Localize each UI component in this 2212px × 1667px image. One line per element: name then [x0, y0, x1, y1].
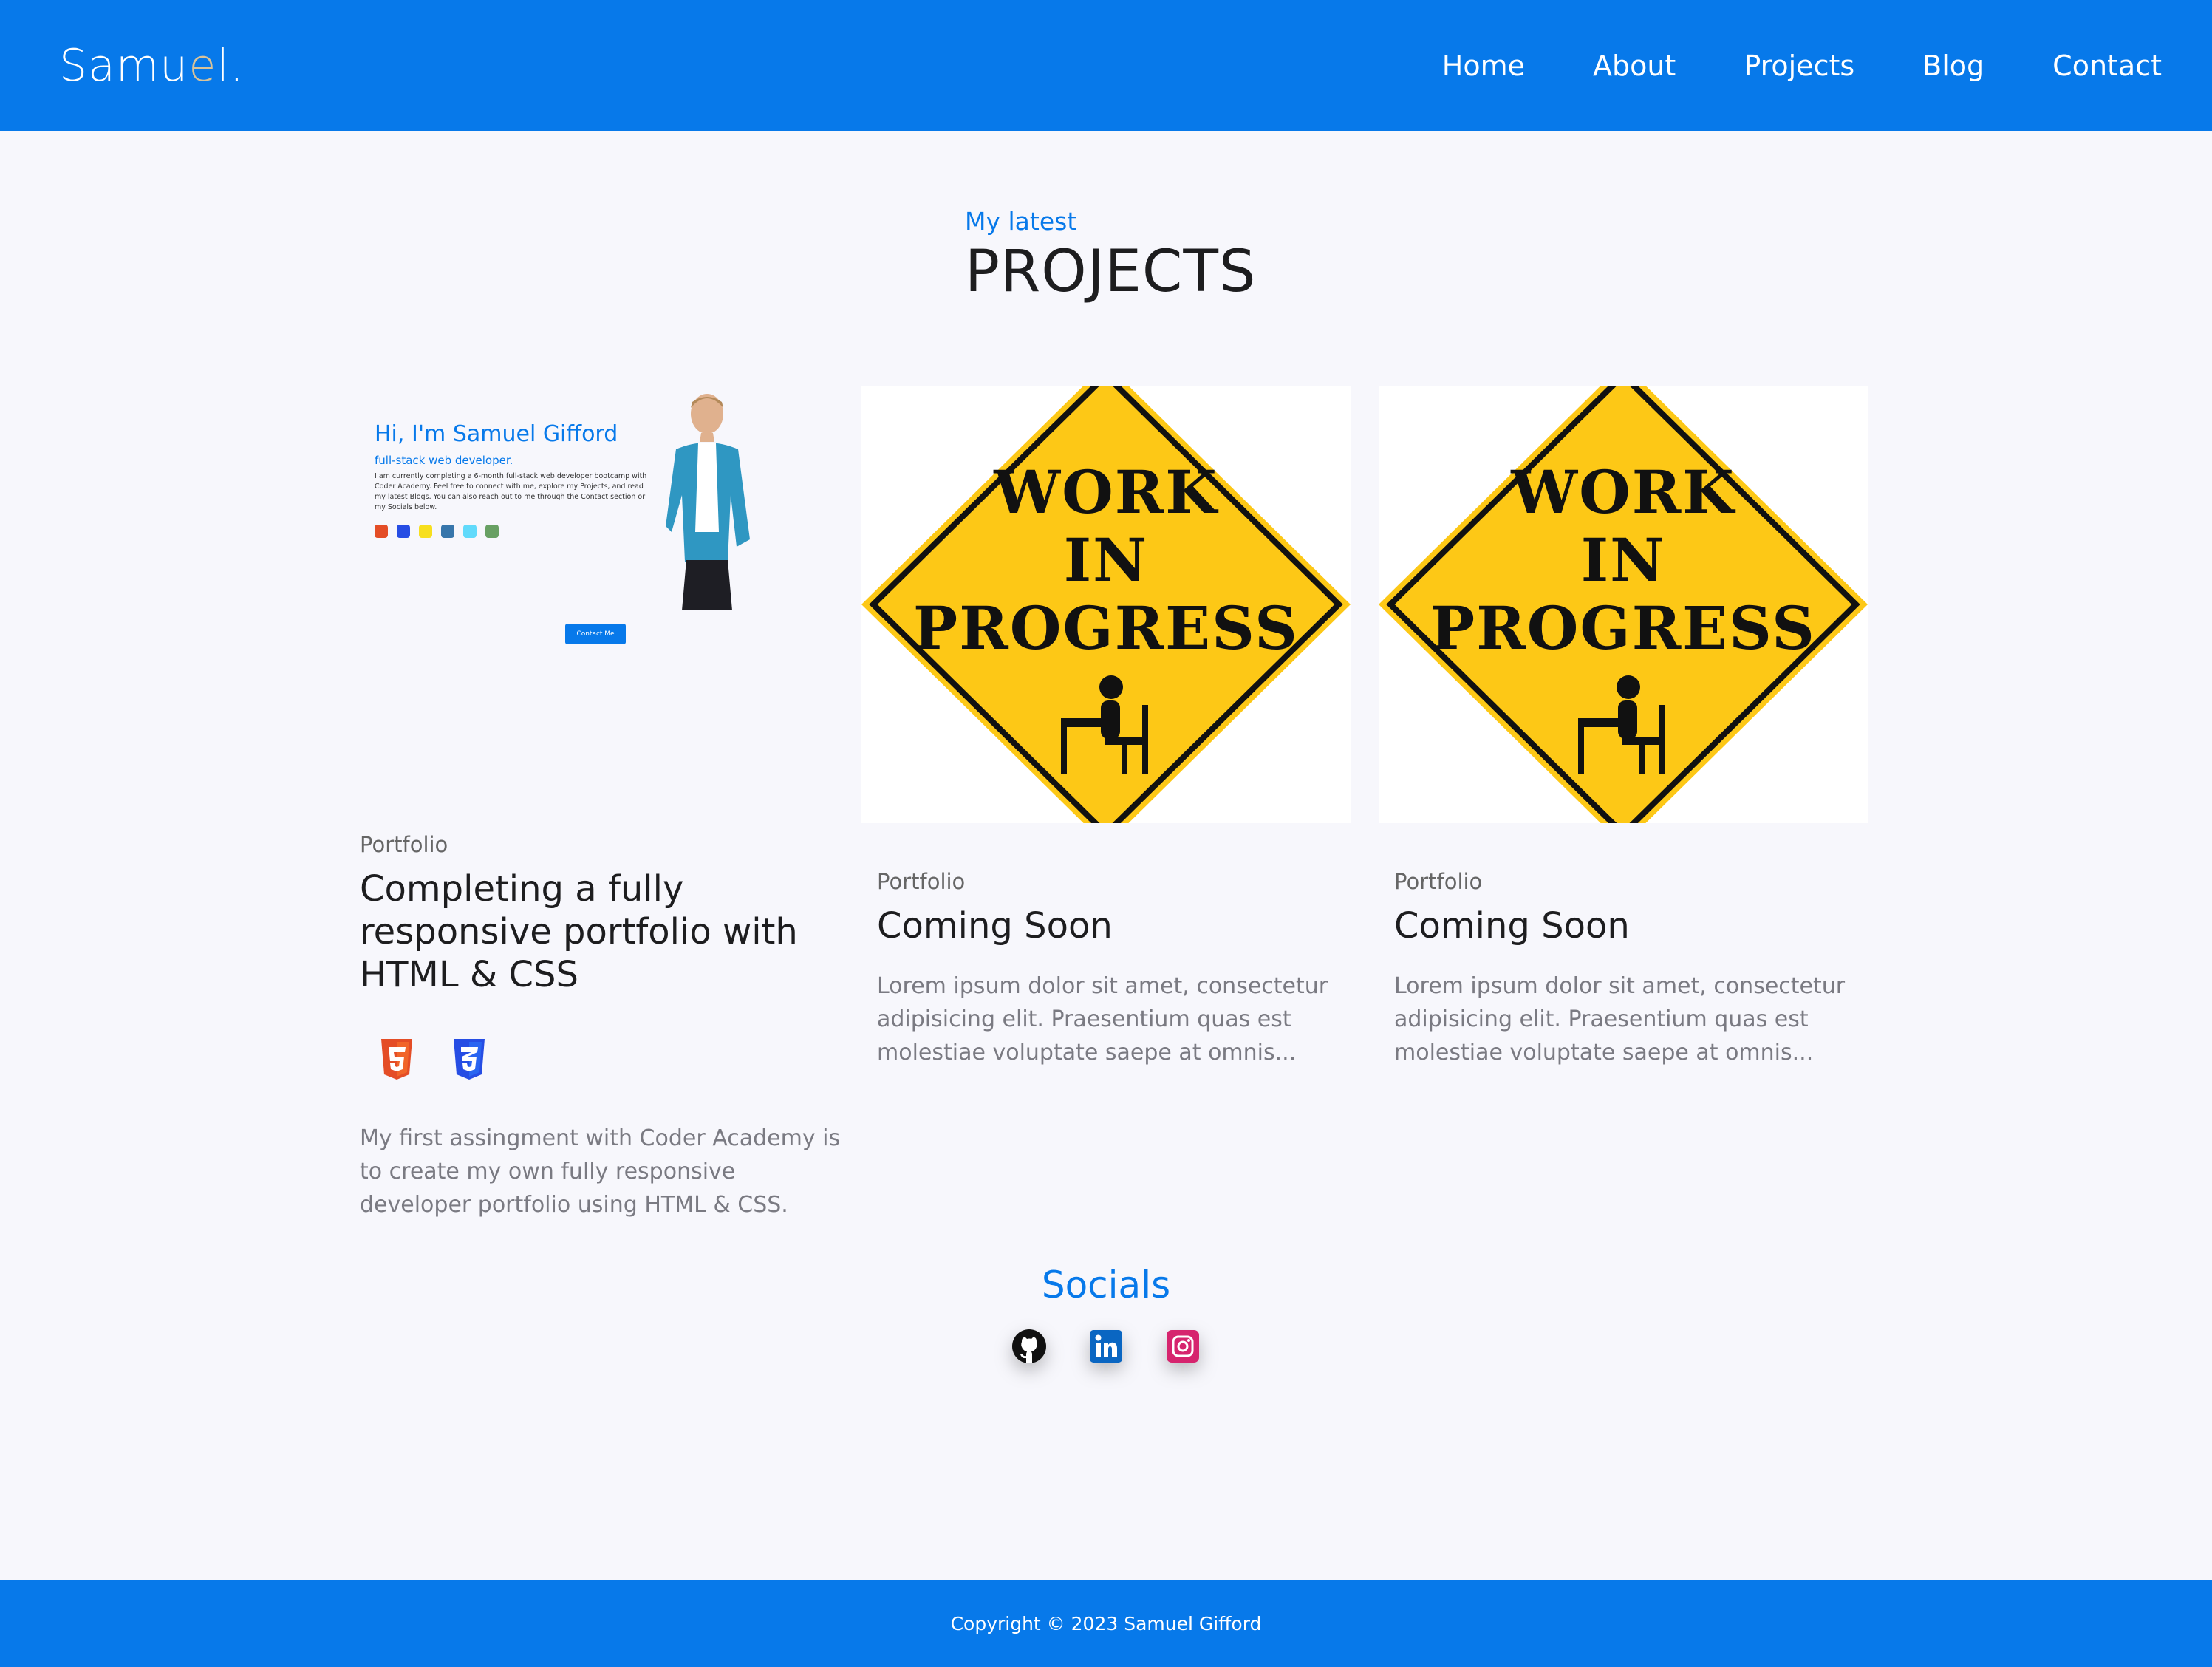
portrait-photo — [666, 394, 750, 610]
site-header: Samuel. Home About Projects Blog Contact — [0, 0, 2212, 131]
card-description: Lorem ipsum dolor sit amet, consectetur … — [1394, 973, 1846, 1066]
socials-title: Socials — [1041, 1264, 1171, 1306]
work-in-progress-image[interactable]: WORK IN PROGRESS — [861, 386, 1351, 823]
sign-line: WORK — [994, 457, 1218, 527]
github-icon[interactable] — [1011, 1329, 1047, 1364]
project-card-portfolio[interactable]: Hi, I'm Samuel Gifford full-stack web de… — [360, 386, 849, 1221]
projects-heading: My latest PROJECTS — [965, 207, 1257, 305]
logo-suffix: l. — [216, 39, 245, 92]
preview-tech-icons — [375, 525, 499, 538]
tech-icons — [360, 1039, 849, 1080]
html5-icon — [381, 1039, 412, 1080]
socials-links — [0, 1329, 2212, 1364]
card-title[interactable]: Coming Soon — [1394, 904, 1868, 947]
card-category: Portfolio — [877, 869, 966, 894]
html5-icon — [375, 525, 388, 538]
section-kicker: My latest — [965, 207, 1077, 236]
main-nav: Home About Projects Blog Contact — [1442, 50, 2162, 82]
nav-about[interactable]: About — [1593, 50, 1676, 82]
card-title[interactable]: Coming Soon — [877, 904, 1351, 947]
work-in-progress-image[interactable]: WORK IN PROGRESS — [1379, 386, 1868, 823]
card-description: My first assingment with Coder Academy i… — [360, 1125, 841, 1218]
copyright-text: Copyright © 2023 Samuel Gifford — [950, 1612, 1262, 1634]
project-card-coming-soon-1[interactable]: WORK IN PROGRESS Portfolio Coming Soon L… — [861, 386, 1351, 1069]
sign-line: IN — [1063, 525, 1149, 595]
socials-section: Socials — [0, 1264, 2212, 1364]
card-description: Lorem ipsum dolor sit amet, consectetur … — [877, 973, 1328, 1066]
logo-accent: e — [188, 39, 217, 92]
react-icon — [463, 525, 477, 538]
card-category: Portfolio — [360, 832, 448, 857]
python-icon — [441, 525, 454, 538]
sign-line: WORK — [1511, 457, 1735, 527]
site-footer: Copyright © 2023 Samuel Gifford — [0, 1580, 2212, 1667]
preview-subtitle: full-stack web developer. — [375, 454, 513, 467]
preview-text: I am currently completing a 6-month full… — [375, 472, 647, 511]
preview-greeting: Hi, I'm Samuel Gifford — [375, 421, 618, 447]
logo[interactable]: Samuel. — [59, 40, 245, 92]
nav-contact[interactable]: Contact — [2052, 50, 2162, 82]
card-title[interactable]: Completing a fully responsive portfolio … — [360, 867, 803, 996]
css3-icon — [397, 525, 410, 538]
preview-contact-button: Contact Me — [565, 624, 626, 644]
linkedin-icon[interactable] — [1088, 1329, 1124, 1364]
logo-prefix: Samu — [59, 39, 189, 92]
nav-projects[interactable]: Projects — [1744, 50, 1854, 82]
section-title: PROJECTS — [965, 239, 1257, 305]
sign-line: PROGRESS — [1430, 593, 1816, 663]
javascript-icon — [419, 525, 432, 538]
nav-blog[interactable]: Blog — [1922, 50, 1984, 82]
sign-line: IN — [1580, 525, 1666, 595]
nav-home[interactable]: Home — [1442, 50, 1525, 82]
sign-line: PROGRESS — [913, 593, 1299, 663]
portfolio-preview-image[interactable]: Hi, I'm Samuel Gifford full-stack web de… — [360, 386, 849, 823]
card-category: Portfolio — [1394, 869, 1483, 894]
nodejs-icon — [485, 525, 499, 538]
instagram-icon[interactable] — [1165, 1329, 1201, 1364]
sign-text: WORK IN PROGRESS — [861, 458, 1351, 662]
sign-text: WORK IN PROGRESS — [1379, 458, 1868, 662]
project-card-coming-soon-2[interactable]: WORK IN PROGRESS Portfolio Coming Soon L… — [1379, 386, 1868, 1069]
css3-icon — [454, 1039, 485, 1080]
